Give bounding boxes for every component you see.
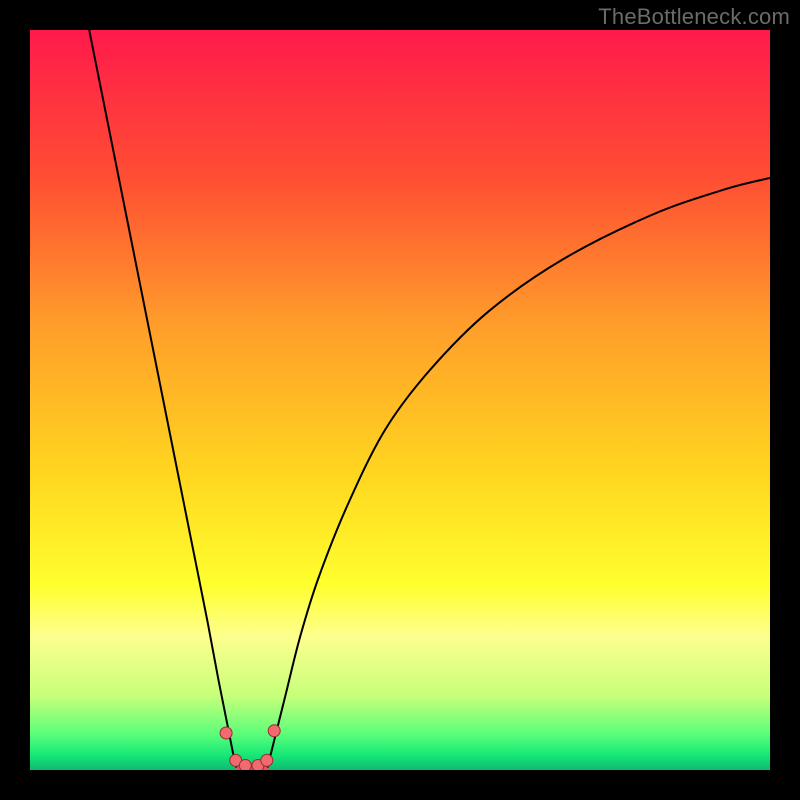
valley-marker	[268, 725, 280, 737]
valley-marker	[220, 727, 232, 739]
bottleneck-curve	[30, 30, 770, 770]
plot-frame	[30, 30, 770, 770]
valley-marker	[261, 754, 273, 766]
valley-marker	[239, 760, 251, 770]
watermark-text: TheBottleneck.com	[598, 4, 790, 30]
